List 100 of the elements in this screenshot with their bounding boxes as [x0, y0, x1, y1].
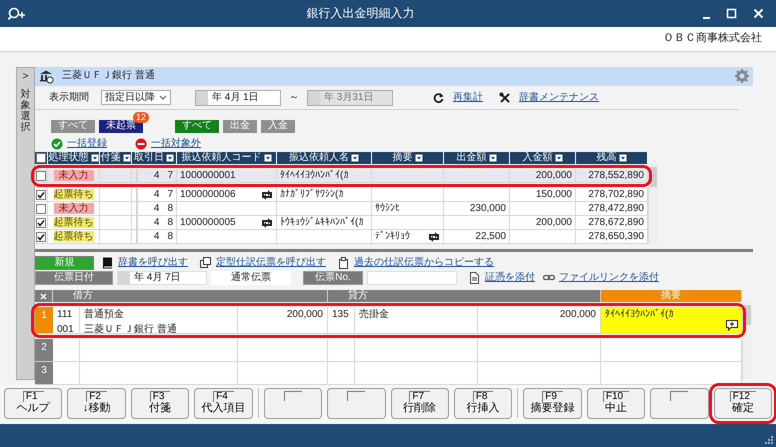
period-select[interactable]: 指定日以降: [101, 90, 171, 106]
column-header[interactable]: 取引日: [132, 152, 177, 164]
action-link[interactable]: 辞書メンテナンス: [519, 92, 599, 104]
journal-cell[interactable]: 売掛金: [355, 307, 478, 334]
function-key[interactable]: F3 付箋: [130, 388, 190, 419]
dropdown-icon[interactable]: [264, 154, 272, 162]
account-name: 三菱ＵＦＪ銀行 普通: [62, 70, 156, 82]
day-text: 7: [167, 170, 173, 182]
table-row[interactable]: 起票待ち 4 7 1000000006 ｶﾅｶﾞﾘﾌﾞｻﾜｼﾝ(ｶ 150,000 278,702,890: [35, 188, 648, 202]
journal-row[interactable]: 3: [35, 362, 742, 385]
window-title: 銀行入出金明細入力: [306, 6, 416, 21]
name-text: ﾀｲﾍｲｲﾖｳﾊﾝﾊﾞｲ(ｶ: [280, 170, 348, 182]
comment-add-icon[interactable]: [726, 320, 738, 331]
column-header[interactable]: 出金額: [444, 152, 510, 164]
function-key[interactable]: [327, 388, 386, 419]
action-link[interactable]: 再集計: [453, 92, 483, 104]
memo-cell[interactable]: ﾀｲﾍｲｲﾖｳﾊﾝﾊﾞｲ(ｶ: [601, 307, 742, 334]
header-text: 取引日: [134, 152, 164, 164]
checkbox[interactable]: [36, 218, 46, 228]
dropdown-icon[interactable]: [166, 154, 174, 162]
checkbox[interactable]: [36, 232, 46, 242]
attach-link[interactable]: ファイルリンクを添付: [559, 272, 659, 284]
scrollbar[interactable]: [742, 302, 752, 379]
table-row[interactable]: 起票待ち 4 8 ﾃﾞﾝｷﾘｮｳ 22,500 278,650,390: [35, 230, 648, 244]
checkbox[interactable]: [36, 170, 46, 181]
checkbox[interactable]: [36, 190, 46, 200]
book-icon: [102, 257, 114, 269]
column-header[interactable]: 振込依頼人名: [277, 152, 372, 164]
column-header[interactable]: 入金額: [510, 152, 576, 164]
dropdown-icon[interactable]: [122, 154, 130, 162]
amount-text: 22,500: [475, 230, 506, 243]
column-header[interactable]: 振込依頼人コード: [177, 152, 277, 164]
table-row[interactable]: 未入力 4 7 1000000001 ﾀｲﾍｲｲﾖｳﾊﾝﾊﾞｲ(ｶ 200,000 278,552,890: [35, 169, 648, 184]
attach-link[interactable]: 証憑を添付: [485, 272, 535, 284]
function-key[interactable]: [650, 388, 709, 419]
period-label: 表示期間: [49, 92, 89, 104]
function-key[interactable]: F7 行削除: [390, 388, 449, 419]
function-key[interactable]: F8 行挿入: [454, 388, 512, 419]
journal-cell[interactable]: 200,000: [238, 307, 328, 334]
memo-text: ﾀｲﾍｲｲﾖｳﾊﾝﾊﾞｲ(ｶ: [605, 309, 674, 321]
dropdown-icon[interactable]: [414, 154, 422, 162]
day-text: 7: [167, 188, 173, 201]
dropdown-icon[interactable]: [554, 154, 562, 162]
checkbox[interactable]: [36, 153, 46, 164]
entry-link[interactable]: 定型仕訳伝票を呼び出す: [216, 257, 326, 269]
resize-grip-icon[interactable]: [764, 435, 774, 445]
table-row[interactable]: 起票待ち 4 8 1000000005 ﾄｳｷｮｳｼﾞﾑｷｷﾊﾝﾊﾞｲ(ｶ 200,000 278,672,890: [35, 216, 648, 230]
function-key[interactable]: F10 中止: [586, 388, 646, 419]
journal-cell[interactable]: 111 001: [53, 307, 80, 334]
amount-text: 150,000: [536, 188, 572, 201]
settings-icon[interactable]: [735, 69, 749, 84]
function-key[interactable]: F9 摘要登録: [523, 388, 582, 419]
side-tab[interactable]: > 対象選択: [16, 67, 35, 380]
check-circle-icon: [51, 138, 63, 150]
balance-text: 278,702,890: [588, 188, 644, 201]
column-header[interactable]: 処理状態: [48, 152, 100, 164]
memo-text: ｻｳｼﾝﾋ: [375, 202, 400, 215]
date-from-field[interactable]: 年 4月 1日: [195, 90, 281, 106]
entry-link[interactable]: 辞書を呼び出す: [118, 257, 188, 269]
filter-chip[interactable]: すべて: [175, 120, 219, 133]
search-plus-icon[interactable]: [8, 6, 26, 20]
voucher-type-field[interactable]: 通常伝票: [211, 271, 291, 285]
column-header[interactable]: 付箋: [100, 152, 132, 164]
cell-text: 200,000: [286, 309, 323, 321]
entry-link[interactable]: 過去の仕訳伝票からコピーする: [354, 257, 494, 269]
bulk-link[interactable]: 一括対象外: [151, 138, 201, 150]
function-key[interactable]: F2 ↓移動: [67, 388, 126, 419]
dropdown-icon[interactable]: [618, 154, 626, 162]
dropdown-icon[interactable]: [90, 154, 98, 162]
month-text: 4: [154, 202, 160, 215]
scrollbar[interactable]: [648, 164, 658, 244]
function-key[interactable]: F4 代入項目: [194, 388, 253, 419]
dropdown-icon[interactable]: [351, 154, 359, 162]
column-header: 借方: [53, 290, 328, 302]
filter-chip[interactable]: 未起票: [99, 120, 143, 133]
field-label: 伝票日付: [35, 271, 113, 285]
checkbox[interactable]: [36, 204, 46, 214]
side-tab-label: 対象選択: [20, 89, 30, 133]
voucher-number-field[interactable]: [367, 271, 457, 285]
status-tag: 起票待ち: [54, 231, 94, 242]
day-text: 8: [167, 216, 173, 229]
journal-cell[interactable]: 135: [328, 307, 355, 334]
row-number[interactable]: 2: [35, 339, 53, 362]
refresh-icon: [433, 92, 445, 104]
collapse-icon[interactable]: [40, 292, 47, 300]
function-key[interactable]: [264, 388, 322, 419]
cell-text: 普通預金: [84, 309, 125, 321]
row-number[interactable]: 3: [35, 362, 53, 385]
voucher-date-field[interactable]: 年 4月 7日: [117, 271, 207, 285]
tools-icon: [499, 92, 511, 104]
bulk-link[interactable]: 一括登録: [67, 138, 107, 150]
minimize-icon: [703, 16, 710, 18]
cell-text: 売掛金: [359, 309, 390, 321]
side-tab-arrow: >: [22, 71, 28, 83]
table-row[interactable]: 未入力 4 8 ｻｳｼﾝﾋ 230,000 278,472,890: [35, 202, 648, 216]
function-key[interactable]: F1 ヘルプ: [4, 388, 62, 419]
journal-row[interactable]: 2: [35, 339, 742, 362]
cell-text: 200,000: [560, 309, 596, 321]
day-text: 8: [167, 230, 173, 243]
dropdown-icon[interactable]: [488, 154, 496, 162]
